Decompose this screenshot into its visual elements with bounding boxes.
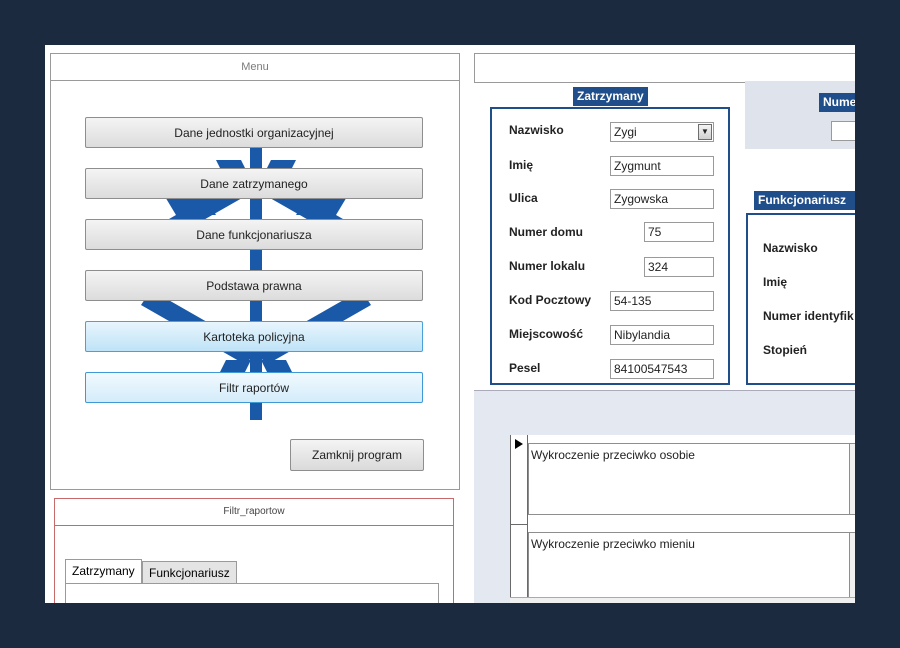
tab-zatrzymany[interactable]: Zatrzymany <box>65 559 142 583</box>
menu-button-zatrzymany[interactable]: Dane zatrzymanego <box>85 168 423 199</box>
menu-button-podstawa-prawna[interactable]: Podstawa prawna <box>85 270 423 301</box>
field-label-pesel: Pesel <box>509 361 541 375</box>
field-label-imie: Imię <box>509 158 534 172</box>
tab-content <box>65 583 439 603</box>
func-label-nazwisko: Nazwisko <box>763 241 818 255</box>
chevron-down-icon[interactable]: ▼ <box>698 124 712 140</box>
memo-scrollbar[interactable] <box>849 444 855 514</box>
offence-memo-mienie[interactable]: Wykroczenie przeciwko mieniu <box>528 532 855 603</box>
menu-button-kartoteka[interactable]: Kartoteka policyjna <box>85 321 423 352</box>
miejscowosc-field[interactable]: Nibylandia <box>610 325 714 345</box>
numer-domu-field[interactable]: 75 <box>644 222 714 242</box>
offence-text-osoba: Wykroczenie przeciwko osobie <box>531 448 695 462</box>
imie-field[interactable]: Zygmunt <box>610 156 714 176</box>
ulica-field[interactable]: Zygowska <box>610 189 714 209</box>
menu-form: Menu Dane jednostki organizacyjnej Dane <box>50 53 460 490</box>
field-label-nazwisko: Nazwisko <box>509 123 564 137</box>
menu-button-funkcjonariusz[interactable]: Dane funkcjonariusza <box>85 219 423 250</box>
func-label-numer-identyfikacyjny: Numer identyfik <box>763 309 854 323</box>
field-label-numer-lokalu: Numer lokalu <box>509 259 586 273</box>
field-label-ulica: Ulica <box>509 191 538 205</box>
menu-button-jednostka[interactable]: Dane jednostki organizacyjnej <box>85 117 423 148</box>
horizontal-scrollbar[interactable] <box>510 597 855 603</box>
numer-input[interactable] <box>831 121 855 141</box>
func-label-stopien: Stopień <box>763 343 807 357</box>
funkcjonariusz-title: Funkcjonariusz pr <box>754 191 855 226</box>
numer-lokalu-field[interactable]: 324 <box>644 257 714 277</box>
offence-memo-osoba[interactable]: Wykroczenie przeciwko osobie <box>528 443 855 515</box>
funkcjonariusz-section <box>746 213 855 385</box>
field-label-miejscowosc: Miejscowość <box>509 327 584 341</box>
field-label-numer-domu: Numer domu <box>509 225 584 239</box>
filter-reports-form: Filtr_raportow Zatrzymany Funkcjonariusz <box>54 498 454 603</box>
pesel-field[interactable]: 84100547543 <box>610 359 714 379</box>
filter-form-title: Filtr_raportow <box>55 499 453 526</box>
row-divider <box>511 524 528 525</box>
offence-text-mienie: Wykroczenie przeciwko mieniu <box>531 537 695 551</box>
nazwisko-combo[interactable]: Zygi ▼ <box>610 122 714 142</box>
zatrzymany-title: Zatrzymany <box>573 87 648 106</box>
field-label-kod-pocztowy: Kod Pocztowy <box>509 293 592 307</box>
form-header-bar <box>474 53 855 83</box>
func-label-imie: Imię <box>763 275 788 289</box>
close-program-button[interactable]: Zamknij program <box>290 439 424 471</box>
menu-title: Menu <box>51 54 459 81</box>
memo-scrollbar[interactable] <box>849 533 855 603</box>
offences-subform: Wykroczenie przeciwko osobie Wykroczenie… <box>510 435 855 603</box>
tab-funkcjonariusz[interactable]: Funkcjonariusz <box>142 561 237 583</box>
kod-pocztowy-field[interactable]: 54-135 <box>610 291 714 311</box>
record-selector-column <box>511 435 528 603</box>
current-record-arrow-icon <box>515 439 523 449</box>
menu-button-filtr-raportow[interactable]: Filtr raportów <box>85 372 423 403</box>
application-window: Menu Dane jednostki organizacyjnej Dane <box>45 45 855 603</box>
nazwisko-value: Zygi <box>614 125 637 139</box>
numer-title: Numer <box>819 93 855 112</box>
